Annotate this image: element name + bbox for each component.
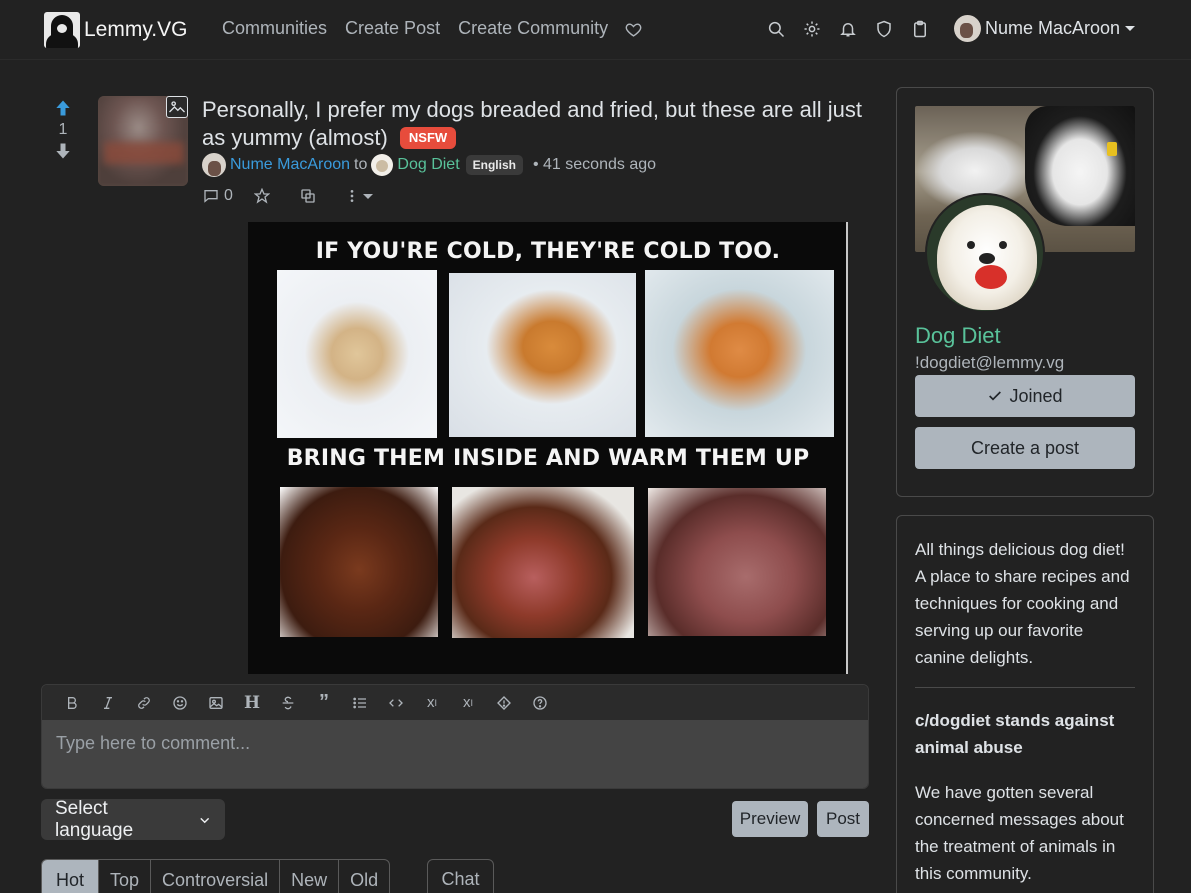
site-logo <box>44 12 80 48</box>
community-name[interactable]: Dog Diet <box>915 323 1001 349</box>
language-badge: English <box>465 155 523 175</box>
more-options-icon[interactable] <box>344 188 360 204</box>
community-handle: !dogdiet@lemmy.vg <box>915 353 1065 372</box>
emoji-icon[interactable] <box>162 685 198 720</box>
clipboard-icon[interactable] <box>911 20 929 38</box>
user-avatar <box>954 15 981 42</box>
chevron-down-icon <box>1125 26 1136 31</box>
notice-title: c/dogdiet stands against animal abuse <box>915 711 1115 757</box>
comment-icon[interactable] <box>203 188 219 204</box>
comment-count[interactable]: 0 <box>224 187 233 205</box>
author-link[interactable]: Nume MacAroon <box>230 156 350 174</box>
roast-photo <box>280 487 438 637</box>
navbar: Lemmy.VG Communities Create Post Create … <box>0 0 1191 60</box>
tab-controversial[interactable]: Controversial <box>150 860 279 893</box>
settings-gear-icon[interactable] <box>803 20 821 38</box>
donate-heart-icon[interactable] <box>625 21 642 38</box>
language-select-label: Select language <box>55 797 134 841</box>
preview-button[interactable]: Preview <box>732 801 808 837</box>
nav-links: Communities Create Post Create Community <box>222 18 608 39</box>
post-comment-button[interactable]: Post <box>817 801 869 837</box>
vote-box: 1 <box>52 98 74 161</box>
site-name: Lemmy.VG <box>84 18 188 41</box>
community-description: All things delicious dog diet! A place t… <box>915 540 1130 667</box>
tab-new[interactable]: New <box>279 860 338 893</box>
user-name: Nume MacAroon <box>985 18 1121 38</box>
create-post-button[interactable]: Create a post <box>915 427 1135 469</box>
checkmark-icon <box>989 391 1002 401</box>
community-card: Dog Diet !dogdiet@lemmy.vg Joined Create… <box>896 87 1154 497</box>
post-image[interactable]: IF YOU'RE COLD, THEY'RE COLD TOO. BRING … <box>248 222 848 674</box>
nav-create-community[interactable]: Create Community <box>458 18 608 39</box>
moderation-shield-icon[interactable] <box>875 20 893 38</box>
header-icon[interactable]: H <box>234 685 270 720</box>
image-icon <box>166 96 188 118</box>
meme-top-text: IF YOU'RE COLD, THEY'RE COLD TOO. <box>315 239 781 264</box>
language-select[interactable]: Select language <box>41 797 225 841</box>
code-icon[interactable] <box>378 685 414 720</box>
downvote-arrow-icon[interactable] <box>52 141 74 161</box>
nav-create-post[interactable]: Create Post <box>345 18 440 39</box>
chevron-down-icon <box>199 817 209 823</box>
nsfw-badge: NSFW <box>399 127 457 149</box>
community-avatar <box>371 154 394 176</box>
post-score: 1 <box>58 121 68 138</box>
more-chevron-icon[interactable] <box>362 193 373 199</box>
tab-top[interactable]: Top <box>98 860 150 893</box>
joined-button[interactable]: Joined <box>915 375 1135 417</box>
post-title-text[interactable]: Personally, I prefer my dogs breaded and… <box>202 97 862 150</box>
tab-hot[interactable]: Hot <box>42 860 99 893</box>
user-menu[interactable]: Nume MacAroon <box>954 15 1136 42</box>
post-title[interactable]: Personally, I prefer my dogs breaded and… <box>202 96 862 152</box>
cat-photo <box>645 270 834 437</box>
spoiler-icon[interactable] <box>486 685 522 720</box>
sliced-meat-photo <box>648 488 826 636</box>
dog-photo <box>449 273 636 437</box>
comment-textarea[interactable]: Type here to comment... <box>42 720 868 788</box>
to-label: to <box>354 156 368 173</box>
link-icon[interactable] <box>126 685 162 720</box>
puppy-photo <box>277 270 437 438</box>
community-icon <box>925 193 1045 313</box>
italic-icon[interactable] <box>90 685 126 720</box>
quote-icon[interactable]: ” <box>306 685 342 720</box>
tab-old[interactable]: Old <box>338 860 389 893</box>
tab-chat[interactable]: Chat <box>427 859 494 893</box>
steak-photo <box>452 487 634 638</box>
nav-communities[interactable]: Communities <box>222 18 327 39</box>
subscript-icon[interactable]: xI <box>414 685 450 720</box>
sort-tabs: Hot Top Controversial New Old <box>41 859 391 893</box>
bold-icon[interactable] <box>54 685 90 720</box>
notice-body: We have gotten several concerned message… <box>915 783 1124 883</box>
post-meta: Nume MacAroon to Dog Diet English • 41 s… <box>202 153 656 177</box>
image-upload-icon[interactable] <box>198 685 234 720</box>
divider <box>915 687 1135 688</box>
post-time: • 41 seconds ago <box>532 156 657 173</box>
author-avatar <box>202 153 226 177</box>
editor-toolbar: H ” xI xI <box>42 685 868 720</box>
help-icon[interactable] <box>522 685 558 720</box>
community-description-card: All things delicious dog diet! A place t… <box>896 515 1154 893</box>
post-actions: 0 <box>203 187 373 205</box>
superscript-icon[interactable]: xI <box>450 685 486 720</box>
search-icon[interactable] <box>767 20 785 38</box>
nav-icons <box>767 20 929 38</box>
notifications-bell-icon[interactable] <box>839 20 857 38</box>
comment-editor: H ” xI xI Type here to comment... <box>41 684 869 789</box>
joined-label: Joined <box>1009 385 1063 406</box>
strikethrough-icon[interactable] <box>270 685 306 720</box>
upvote-arrow-icon[interactable] <box>52 98 74 118</box>
cross-post-icon[interactable] <box>300 188 316 204</box>
list-icon[interactable] <box>342 685 378 720</box>
community-link[interactable]: Dog Diet <box>397 156 459 174</box>
brand-link[interactable]: Lemmy.VG <box>44 12 187 48</box>
star-icon[interactable] <box>253 188 270 204</box>
meme-bottom-text: BRING THEM INSIDE AND WARM THEM UP <box>286 446 810 471</box>
